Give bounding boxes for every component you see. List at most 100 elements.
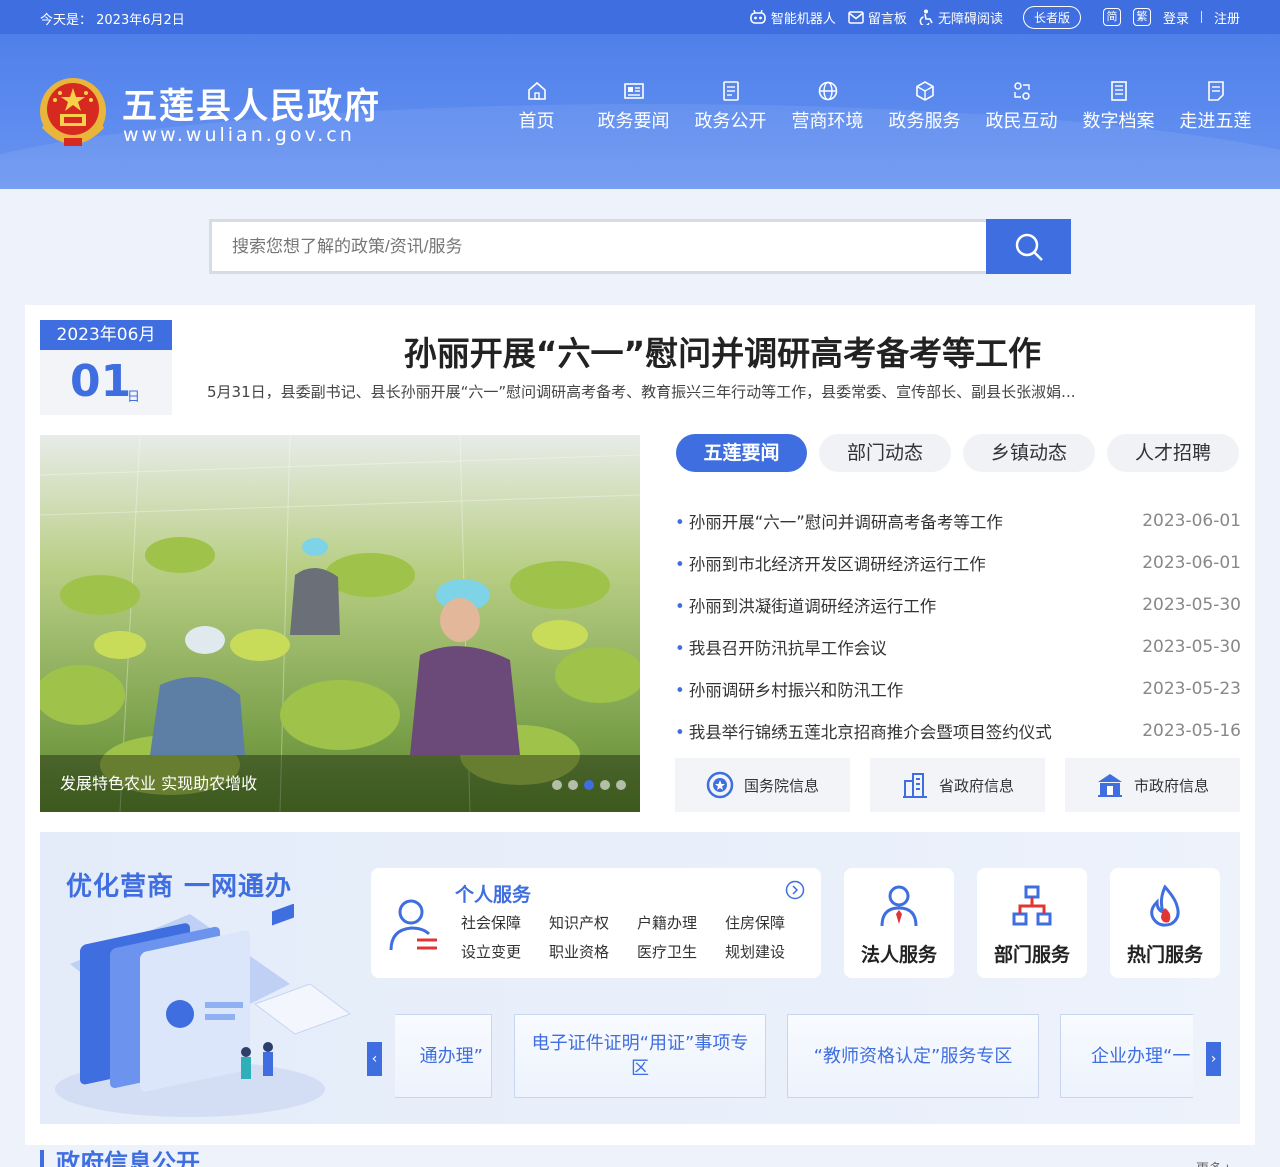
elder-version-button[interactable]: 长者版 bbox=[1022, 5, 1081, 29]
main-nav: 首页 政务要闻 政务公开 营商环境 政务服务 政民互动 数字档案 走进五莲 bbox=[488, 80, 1264, 133]
section-title: 政府信息公开 bbox=[40, 1150, 200, 1167]
hot-services-card[interactable]: 热门服务 bbox=[1110, 868, 1220, 978]
carousel-dot-active[interactable] bbox=[584, 780, 594, 790]
feature-headline[interactable]: 孙丽开展“六一”慰问并调研高考备考等工作 bbox=[25, 327, 1280, 375]
news-title: 我县召开防汛抗旱工作会议 bbox=[675, 635, 887, 659]
nav-label: 走进五莲 bbox=[1179, 111, 1252, 132]
personal-services-card[interactable]: 个人服务 社会保障 知识产权 户籍办理 住房保障 设立变更 职业资格 医疗卫生 … bbox=[371, 868, 821, 978]
nav-digital-archive[interactable]: 数字档案 bbox=[1070, 80, 1167, 133]
document-icon bbox=[722, 81, 739, 101]
news-date: 2023-06-01 bbox=[1142, 511, 1241, 531]
nav-label: 政务公开 bbox=[694, 111, 767, 132]
news-item[interactable]: 孙丽到市北经济开发区调研经济运行工作 2023-06-01 bbox=[675, 542, 1241, 584]
photo-caption[interactable]: 发展特色农业 实现助农增收 bbox=[40, 755, 640, 812]
login-link[interactable]: 登录 bbox=[1163, 8, 1189, 27]
news-title: 孙丽调研乡村振兴和防汛工作 bbox=[675, 677, 904, 701]
tab-department-news[interactable]: 部门动态 bbox=[819, 434, 951, 472]
person-tie-icon bbox=[880, 885, 918, 927]
org-chart-icon bbox=[1012, 885, 1052, 926]
service-slide[interactable]: 通办理” bbox=[395, 1014, 492, 1098]
news-item[interactable]: 我县举行锦绣五莲北京招商推介会暨项目签约仪式 2023-05-16 bbox=[675, 710, 1241, 752]
personal-service-item[interactable]: 社会保障 bbox=[461, 912, 549, 933]
news-item[interactable]: 孙丽开展“六一”慰问并调研高考备考等工作 2023-06-01 bbox=[675, 500, 1241, 542]
news-photo-carousel[interactable]: 发展特色农业 实现助农增收 bbox=[40, 435, 640, 812]
main-panel: 2023年06月 01 日 孙丽开展“六一”慰问并调研高考备考等工作 5月31日… bbox=[25, 305, 1255, 1145]
personal-services-title: 个人服务 bbox=[455, 884, 532, 906]
search-button[interactable] bbox=[986, 219, 1071, 274]
nav-label: 政务要闻 bbox=[597, 111, 670, 132]
personal-service-item[interactable]: 知识产权 bbox=[549, 912, 637, 933]
news-item[interactable]: 我县召开防汛抗旱工作会议 2023-05-30 bbox=[675, 626, 1241, 668]
flame-icon bbox=[1150, 884, 1180, 927]
national-emblem-icon[interactable] bbox=[38, 76, 108, 150]
news-date: 2023-05-23 bbox=[1142, 679, 1241, 699]
nav-label: 政务服务 bbox=[888, 111, 961, 132]
accessible-label: 无障碍阅读 bbox=[937, 11, 1003, 27]
accessible-link[interactable]: 无障碍阅读 bbox=[919, 8, 1003, 27]
card-label: 法人服务 bbox=[860, 944, 937, 966]
slider-prev-button[interactable]: ‹ bbox=[367, 1042, 382, 1076]
search-input[interactable] bbox=[209, 219, 986, 274]
state-council-link[interactable]: 国务院信息 bbox=[675, 758, 850, 812]
search-icon bbox=[1015, 233, 1043, 261]
tab-wulian-news[interactable]: 五莲要闻 bbox=[676, 434, 807, 472]
service-slider: 通办理” 电子证件证明“用证”事项专区 “教师资格认定”服务专区 企业办理“一 bbox=[395, 1014, 1193, 1098]
nav-government-services[interactable]: 政务服务 bbox=[876, 80, 973, 133]
legal-entity-services-card[interactable]: 法人服务 bbox=[844, 868, 954, 978]
personal-service-item[interactable]: 户籍办理 bbox=[637, 912, 725, 933]
site-title[interactable]: 五莲县人民政府 bbox=[122, 78, 381, 129]
divider bbox=[1200, 11, 1202, 23]
top-bar: 今天是： 2023年6月2日 智能机器人 留言板 无障碍阅读 长者版 简 繁 登… bbox=[0, 0, 1280, 34]
cube-icon bbox=[915, 81, 934, 101]
traditional-chinese-button[interactable]: 繁 bbox=[1132, 8, 1151, 26]
news-date: 2023-06-01 bbox=[1142, 553, 1241, 573]
government-building-icon bbox=[1097, 774, 1122, 797]
simplified-chinese-button[interactable]: 简 bbox=[1102, 8, 1121, 26]
home-icon bbox=[527, 81, 546, 100]
nav-public-affairs[interactable]: 政务公开 bbox=[682, 80, 779, 133]
nav-interaction[interactable]: 政民互动 bbox=[973, 80, 1070, 133]
guestbook-link[interactable]: 留言板 bbox=[848, 8, 907, 27]
top-links: 智能机器人 留言板 无障碍阅读 长者版 简 繁 登录 注册 bbox=[749, 4, 1240, 30]
news-item[interactable]: 孙丽到洪凝街道调研经济运行工作 2023-05-30 bbox=[675, 584, 1241, 626]
nav-government-news[interactable]: 政务要闻 bbox=[585, 80, 682, 133]
slider-next-button[interactable]: › bbox=[1206, 1042, 1221, 1076]
news-tabs: 五莲要闻 部门动态 乡镇动态 人才招聘 bbox=[676, 434, 1239, 472]
city-gov-link[interactable]: 市政府信息 bbox=[1065, 758, 1240, 812]
tab-recruitment[interactable]: 人才招聘 bbox=[1107, 434, 1239, 472]
services-section: 优化营商 一网通办 个人服务 社会保障 知识产权 户籍办理 住房保障 设立变更 … bbox=[40, 832, 1240, 1124]
services-title: 优化营商 一网通办 bbox=[66, 872, 293, 902]
department-services-card[interactable]: 部门服务 bbox=[977, 868, 1087, 978]
arrow-right-circle-icon[interactable] bbox=[785, 880, 805, 900]
accessibility-icon bbox=[919, 9, 933, 25]
personal-service-item[interactable]: 设立变更 bbox=[461, 941, 549, 962]
register-link[interactable]: 注册 bbox=[1214, 8, 1240, 27]
feature-summary[interactable]: 5月31日，县委副书记、县长孙丽开展“六一”慰问调研高考备考、教育振兴三年行动等… bbox=[207, 381, 1187, 402]
carousel-dot[interactable] bbox=[552, 780, 562, 790]
nav-business-environment[interactable]: 营商环境 bbox=[779, 80, 876, 133]
service-slide[interactable]: 电子证件证明“用证”事项专区 bbox=[514, 1014, 766, 1098]
service-slide[interactable]: “教师资格认定”服务专区 bbox=[787, 1014, 1039, 1098]
carousel-dot[interactable] bbox=[568, 780, 578, 790]
tab-township-news[interactable]: 乡镇动态 bbox=[963, 434, 1095, 472]
provincial-gov-link[interactable]: 省政府信息 bbox=[870, 758, 1045, 812]
newspaper-icon bbox=[623, 83, 644, 99]
personal-service-item[interactable]: 规划建设 bbox=[725, 941, 813, 962]
carousel-dot[interactable] bbox=[616, 780, 626, 790]
current-date: 今天是： 2023年6月2日 bbox=[40, 13, 185, 28]
robot-label: 智能机器人 bbox=[770, 11, 836, 27]
gov-link-label: 省政府信息 bbox=[938, 776, 1014, 795]
news-title: 孙丽到洪凝街道调研经济运行工作 bbox=[675, 593, 937, 617]
robot-link[interactable]: 智能机器人 bbox=[749, 8, 836, 27]
personal-service-item[interactable]: 医疗卫生 bbox=[637, 941, 725, 962]
personal-service-item[interactable]: 住房保障 bbox=[725, 912, 813, 933]
nav-about-wulian[interactable]: 走进五莲 bbox=[1167, 80, 1264, 133]
news-item[interactable]: 孙丽调研乡村振兴和防汛工作 2023-05-23 bbox=[675, 668, 1241, 710]
nav-label: 政民互动 bbox=[985, 111, 1058, 132]
personal-service-item[interactable]: 职业资格 bbox=[549, 941, 637, 962]
more-link[interactable]: 更多+ bbox=[1196, 1158, 1233, 1167]
service-slide[interactable]: 企业办理“一 bbox=[1060, 1014, 1193, 1098]
news-date: 2023-05-30 bbox=[1142, 637, 1241, 657]
nav-home[interactable]: 首页 bbox=[488, 80, 585, 133]
carousel-dot[interactable] bbox=[600, 780, 610, 790]
